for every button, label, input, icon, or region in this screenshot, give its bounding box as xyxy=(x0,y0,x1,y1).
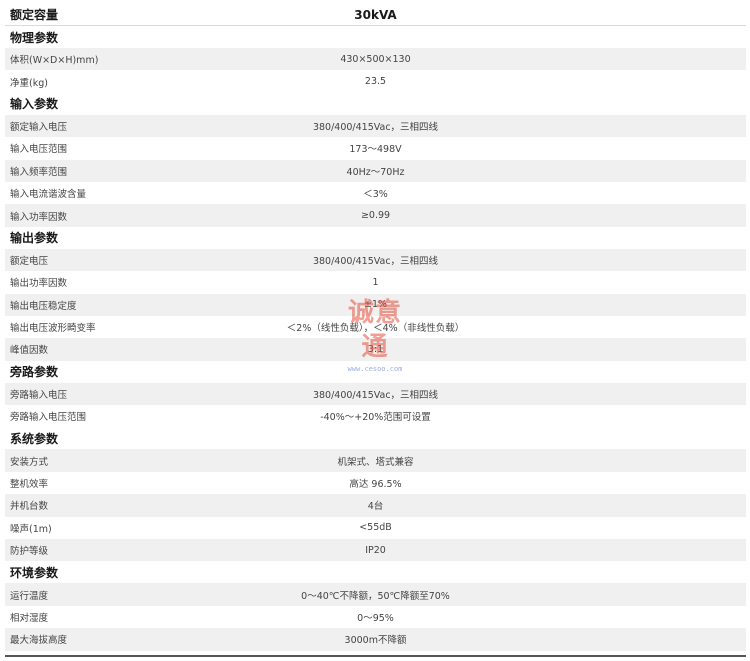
section-title: 输出参数 xyxy=(10,231,59,246)
section-title: 物理参数 xyxy=(10,30,59,45)
row-label: 最大海拔高度 xyxy=(10,635,68,647)
row-value: 3:1 xyxy=(367,343,384,355)
table-row: 体积(W×D×H)mm) 430×500×130 xyxy=(5,48,746,71)
row-label: 输入功率因数 xyxy=(10,211,68,223)
table-row: 相对湿度 0～95% xyxy=(5,605,746,629)
row-label: 额定电压 xyxy=(10,255,49,267)
table-header-row: 额定容量 30kVA xyxy=(5,4,746,26)
row-label: 噪声(1m) xyxy=(10,523,52,535)
row-value: ＜2%（线性负载），＜4%（非线性负载） xyxy=(286,323,465,335)
row-label: 整机效率 xyxy=(10,479,49,491)
bottom-rule xyxy=(5,655,746,657)
row-label: 额定输入电压 xyxy=(10,121,68,133)
table-row: 最大海拔高度 3000m不降额 xyxy=(5,628,746,651)
table-row: 旁路输入电压 380/400/415Vac，三相四线 xyxy=(5,382,746,406)
row-value: 173～498V xyxy=(349,144,402,156)
row-value: ±1% xyxy=(363,299,388,311)
row-value: 40Hz～70Hz xyxy=(346,166,405,178)
table-row: 输出电压稳定度 ±1% xyxy=(5,293,746,316)
table-row: 输入功率因数 ≥0.99 xyxy=(5,204,746,227)
table-row: 噪声(1m) <55dB xyxy=(5,516,746,540)
table-row: 运行温度 0～40℃不降额，50℃降额至70% xyxy=(5,583,746,606)
row-label: 输入电压范围 xyxy=(10,144,68,156)
row-label: 相对湿度 xyxy=(10,613,49,624)
table-row: 整机效率 高达 96.5% xyxy=(5,471,746,495)
row-value: 23.5 xyxy=(364,76,387,88)
spec-table: 额定容量 30kVA 物理参数体积(W×D×H)mm) 430×500×130 净重… xyxy=(5,4,746,651)
row-label: 旁路输入电压 xyxy=(10,389,68,401)
row-label: 输出功率因数 xyxy=(10,278,68,290)
row-value: ＜3% xyxy=(363,189,388,201)
table-row: 净重(kg) 23.5 xyxy=(5,70,746,93)
row-value: 4台 xyxy=(367,501,384,513)
section-header: 输出参数 xyxy=(5,226,746,249)
row-value: 1 xyxy=(372,276,379,288)
section-header: 物理参数 xyxy=(5,26,746,48)
row-value: <55dB xyxy=(359,522,392,534)
row-value: 430×500×130 xyxy=(340,53,411,65)
row-value: ≥0.99 xyxy=(360,210,391,222)
table-row: 输入频率范围 40Hz～70Hz xyxy=(5,159,746,182)
row-value: 0～40℃不降额，50℃降额至70% xyxy=(301,590,450,602)
row-label: 输入电流谐波含量 xyxy=(10,189,87,201)
row-value: IP20 xyxy=(365,544,386,556)
table-row: 旁路输入电压范围 -40%～+20%范围可设置 xyxy=(5,405,746,428)
section-title: 环境参数 xyxy=(10,565,59,580)
row-value: 机架式、塔式兼容 xyxy=(337,456,414,468)
row-value: 高达 96.5% xyxy=(349,479,402,491)
section-header: 输入参数 xyxy=(5,92,746,115)
row-value: 3000m不降额 xyxy=(344,635,407,647)
table-row: 输入电压范围 173～498V xyxy=(5,137,746,160)
row-label: 输入频率范围 xyxy=(10,166,68,178)
table-row: 输出功率因数 1 xyxy=(5,271,746,294)
table-row: 额定电压 380/400/415Vac，三相四线 xyxy=(5,248,746,272)
section-title: 输入参数 xyxy=(10,97,59,112)
row-value: 380/400/415Vac，三相四线 xyxy=(312,121,439,133)
row-label: 旁路输入电压范围 xyxy=(10,412,87,424)
row-label: 输出电压稳定度 xyxy=(10,300,77,312)
row-label: 输出电压波形畸变率 xyxy=(10,323,96,335)
header-value: 30kVA xyxy=(354,7,397,22)
table-row: 峰值因数 3:1 xyxy=(5,338,746,361)
table-row: 安装方式 机架式、塔式兼容 xyxy=(5,449,746,472)
table-row: 防护等级 IP20 xyxy=(5,539,746,562)
row-value: 0～95% xyxy=(357,613,394,624)
row-label: 并机台数 xyxy=(10,501,49,513)
row-value: -40%～+20%范围可设置 xyxy=(320,412,431,424)
table-row: 并机台数 4台 xyxy=(5,494,746,517)
section-title: 系统参数 xyxy=(10,431,59,446)
header-label: 额定容量 xyxy=(10,8,59,22)
table-row: 输入电流谐波含量 ＜3% xyxy=(5,181,746,205)
row-label: 防护等级 xyxy=(10,546,49,558)
row-label: 安装方式 xyxy=(10,456,49,468)
section-header: 旁路参数 xyxy=(5,360,746,383)
row-label: 峰值因数 xyxy=(10,345,49,357)
table-row: 输出电压波形畸变率 ＜2%（线性负载），＜4%（非线性负载） xyxy=(5,315,746,339)
row-label: 体积(W×D×H)mm) xyxy=(10,55,99,67)
row-value: 380/400/415Vac，三相四线 xyxy=(312,389,439,401)
row-label: 净重(kg) xyxy=(10,77,48,89)
table-row: 额定输入电压 380/400/415Vac，三相四线 xyxy=(5,114,746,138)
section-header: 系统参数 xyxy=(5,427,746,450)
section-header: 环境参数 xyxy=(5,561,746,584)
row-label: 运行温度 xyxy=(10,590,49,602)
section-title: 旁路参数 xyxy=(10,365,59,380)
row-value: 380/400/415Vac，三相四线 xyxy=(312,255,439,267)
sections-container: 物理参数体积(W×D×H)mm) 430×500×130 净重(kg) 23.5 输入参… xyxy=(5,26,746,651)
